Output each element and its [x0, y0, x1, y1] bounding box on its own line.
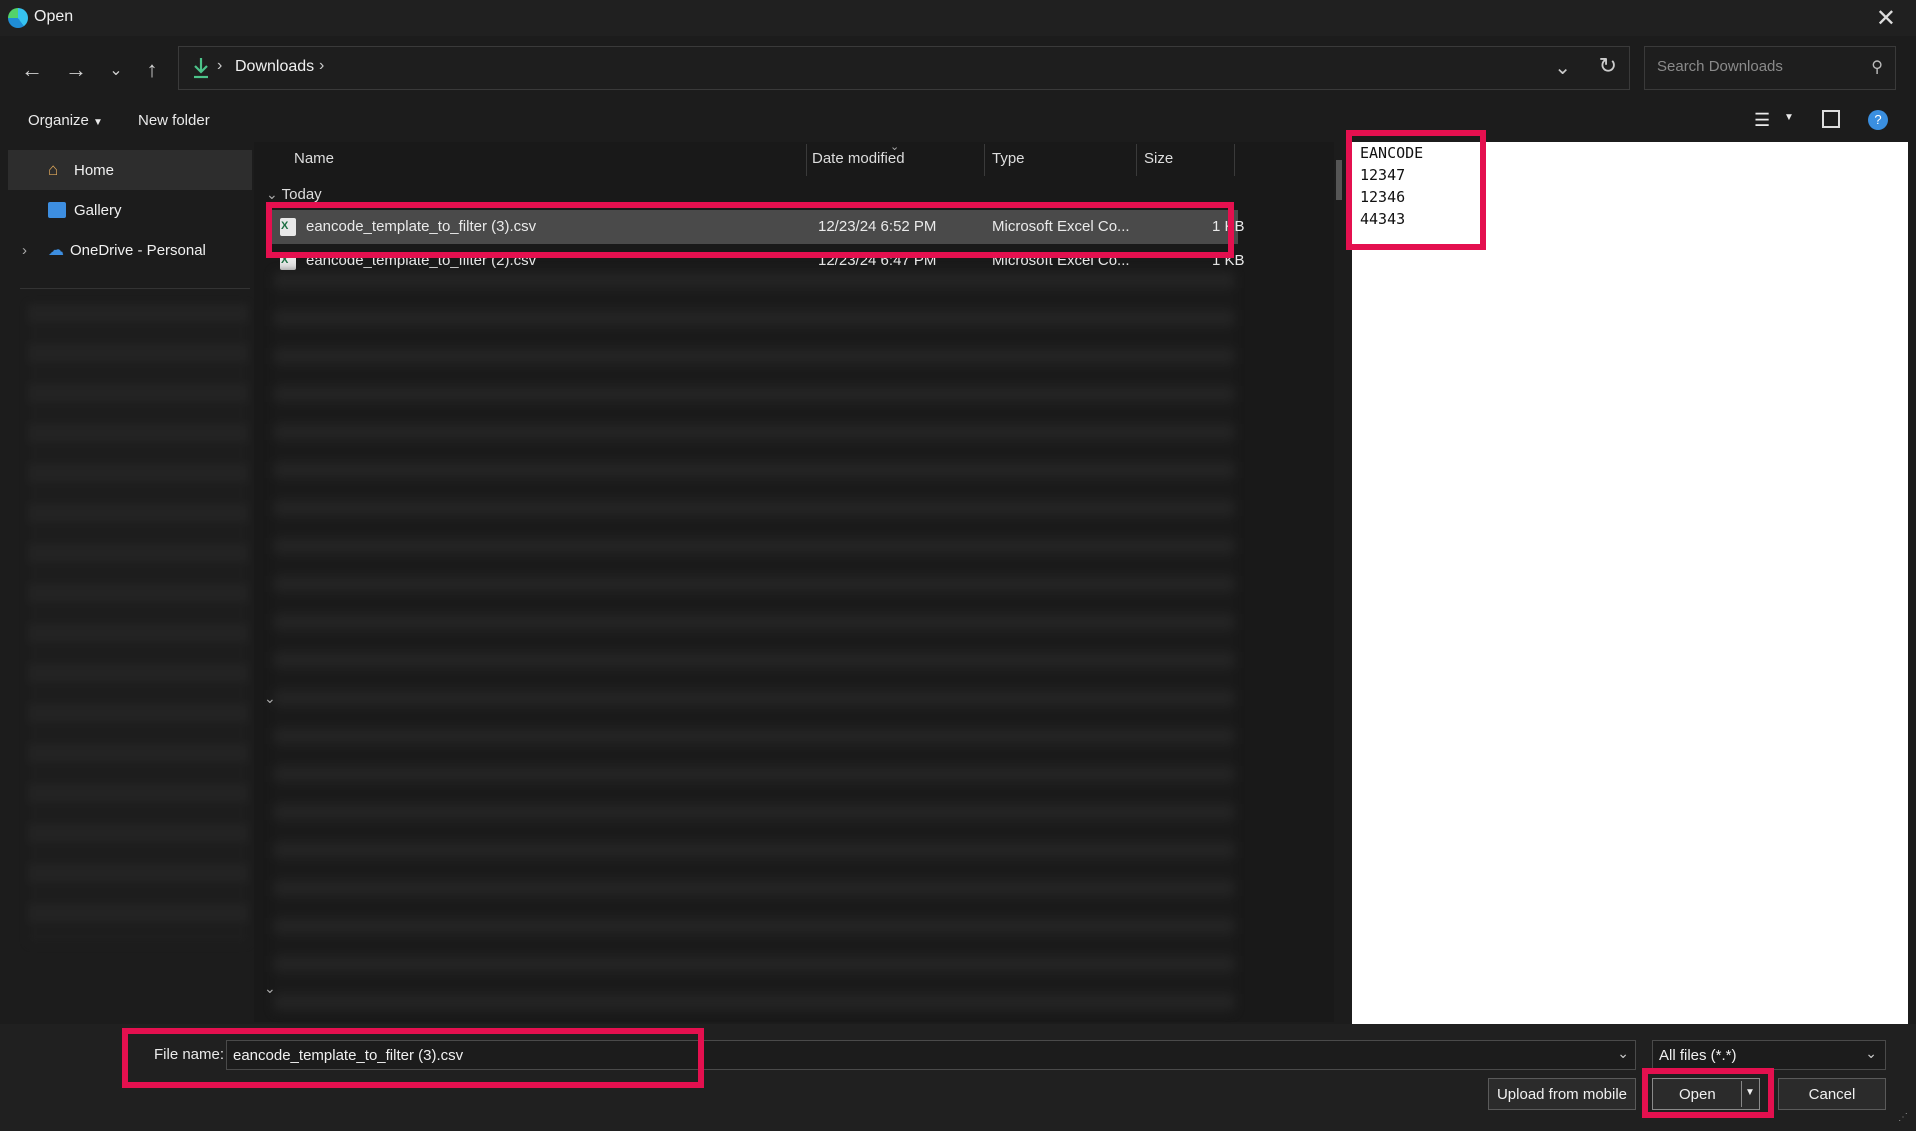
- preview-pane-icon[interactable]: [1822, 110, 1840, 128]
- view-dropdown-icon[interactable]: ▼: [1784, 112, 1794, 123]
- dialog-footer: File name: ⌄ All files (*.*) ⌄ Upload fr…: [0, 1024, 1916, 1131]
- sidebar-item-gallery[interactable]: Gallery: [8, 190, 252, 230]
- collapse-chevron-icon: ⌄: [266, 186, 278, 202]
- file-type-select[interactable]: All files (*.*) ⌄: [1652, 1040, 1886, 1070]
- breadcrumb-chevron-icon[interactable]: ›: [319, 57, 324, 75]
- file-name-label: File name:: [154, 1046, 225, 1063]
- sidebar-divider: [20, 288, 250, 289]
- window-title: Open: [34, 8, 74, 25]
- column-divider[interactable]: [984, 144, 985, 176]
- search-icon[interactable]: ⚲: [1871, 57, 1883, 77]
- open-dropdown-icon[interactable]: ▼: [1745, 1087, 1755, 1098]
- group-header-today[interactable]: ⌄ Today: [266, 186, 322, 203]
- excel-csv-icon: [280, 252, 296, 270]
- expand-chevron-icon[interactable]: ›: [22, 242, 42, 259]
- cloud-icon: ☁: [48, 242, 64, 259]
- breadcrumb-separator-icon: ›: [217, 57, 223, 74]
- group-label: Today: [281, 186, 322, 203]
- gallery-icon: [48, 202, 66, 218]
- collapse-chevron-icon[interactable]: ⌄: [264, 690, 276, 707]
- file-type-dropdown-icon: ⌄: [1865, 1045, 1877, 1061]
- file-name: eancode_template_to_filter (2).csv: [306, 252, 537, 269]
- address-dropdown-icon[interactable]: ⌄: [1554, 55, 1571, 80]
- preview-content: EANCODE 12347 12346 44343: [1360, 144, 1424, 228]
- sidebar-item-home[interactable]: ⌂ Home: [8, 150, 252, 190]
- help-icon[interactable]: ?: [1868, 110, 1888, 130]
- sidebar-item-label: Home: [74, 161, 115, 179]
- file-name-dropdown-icon[interactable]: ⌄: [1617, 1045, 1629, 1062]
- home-icon: ⌂: [48, 160, 59, 179]
- sidebar-blurred-items: [28, 304, 248, 944]
- address-bar[interactable]: › Downloads › ⌄ ↻: [178, 46, 1630, 90]
- column-divider[interactable]: [1234, 144, 1235, 176]
- sidebar-item-label: OneDrive - Personal: [70, 241, 206, 259]
- column-header-date[interactable]: Date modified: [812, 150, 905, 167]
- file-size: 1 KB: [1212, 252, 1245, 269]
- resize-grip-icon[interactable]: ⋰: [1898, 1112, 1908, 1123]
- file-type-value: All files (*.*): [1659, 1047, 1737, 1064]
- file-name-input[interactable]: [231, 1046, 1605, 1065]
- view-options-icon[interactable]: ☰: [1754, 110, 1770, 131]
- file-date: 12/23/24 6:47 PM: [818, 252, 937, 269]
- file-row[interactable]: eancode_template_to_filter (3).csv 12/23…: [270, 210, 1245, 244]
- upload-from-mobile-button[interactable]: Upload from mobile: [1488, 1078, 1636, 1110]
- file-date: 12/23/24 6:52 PM: [818, 218, 937, 235]
- open-label: Open: [1679, 1085, 1716, 1103]
- file-type: Microsoft Excel Co...: [992, 218, 1130, 235]
- forward-arrow-icon[interactable]: →: [60, 54, 92, 86]
- new-folder-button[interactable]: New folder: [138, 112, 210, 129]
- column-header-size[interactable]: Size: [1144, 150, 1173, 167]
- open-split-divider: [1741, 1081, 1742, 1107]
- sidebar-item-onedrive[interactable]: › ☁ OneDrive - Personal: [8, 230, 252, 270]
- column-divider[interactable]: [1136, 144, 1137, 176]
- search-input[interactable]: [1655, 57, 1859, 76]
- download-icon: [194, 58, 208, 79]
- blurred-file-rows: [274, 272, 1234, 1012]
- collapse-chevron-icon[interactable]: ⌄: [264, 980, 276, 997]
- organize-button[interactable]: Organize ▼: [28, 112, 103, 129]
- file-list: Name ⌄ Date modified Type Size ⌄ Today e…: [254, 141, 1334, 1022]
- open-button[interactable]: Open ▼: [1652, 1078, 1760, 1110]
- excel-csv-icon: [280, 218, 296, 236]
- column-header-type[interactable]: Type: [992, 150, 1025, 167]
- file-name: eancode_template_to_filter (3).csv: [306, 218, 537, 235]
- search-box[interactable]: ⚲: [1644, 46, 1896, 90]
- navigation-pane: ⌂ Home Gallery › ☁ OneDrive - Personal: [8, 142, 252, 1022]
- column-header-name[interactable]: Name: [294, 150, 334, 167]
- refresh-icon[interactable]: ↻: [1599, 53, 1617, 79]
- title-bar: Open ✕: [0, 0, 1916, 36]
- column-divider[interactable]: [806, 144, 807, 176]
- scrollbar-thumb[interactable]: [1336, 160, 1342, 200]
- back-arrow-icon[interactable]: ←: [16, 54, 48, 86]
- sidebar-item-label: Gallery: [74, 201, 122, 219]
- edge-logo-icon: [8, 8, 28, 28]
- cancel-button[interactable]: Cancel: [1778, 1078, 1886, 1110]
- close-icon[interactable]: ✕: [1876, 4, 1896, 33]
- organize-label: Organize: [28, 112, 89, 129]
- up-arrow-icon[interactable]: ↑: [136, 54, 168, 86]
- organize-dropdown-icon: ▼: [93, 117, 103, 128]
- file-name-field[interactable]: ⌄: [226, 1040, 1636, 1070]
- file-type: Microsoft Excel Co...: [992, 252, 1130, 269]
- preview-pane: EANCODE 12347 12346 44343: [1352, 142, 1908, 1024]
- command-bar: Organize ▼ New folder ☰ ▼ ?: [0, 100, 1916, 142]
- breadcrumb-downloads[interactable]: Downloads: [235, 58, 314, 76]
- recent-locations-chevron-icon[interactable]: ⌄: [100, 54, 132, 86]
- file-size: 1 KB: [1212, 218, 1245, 235]
